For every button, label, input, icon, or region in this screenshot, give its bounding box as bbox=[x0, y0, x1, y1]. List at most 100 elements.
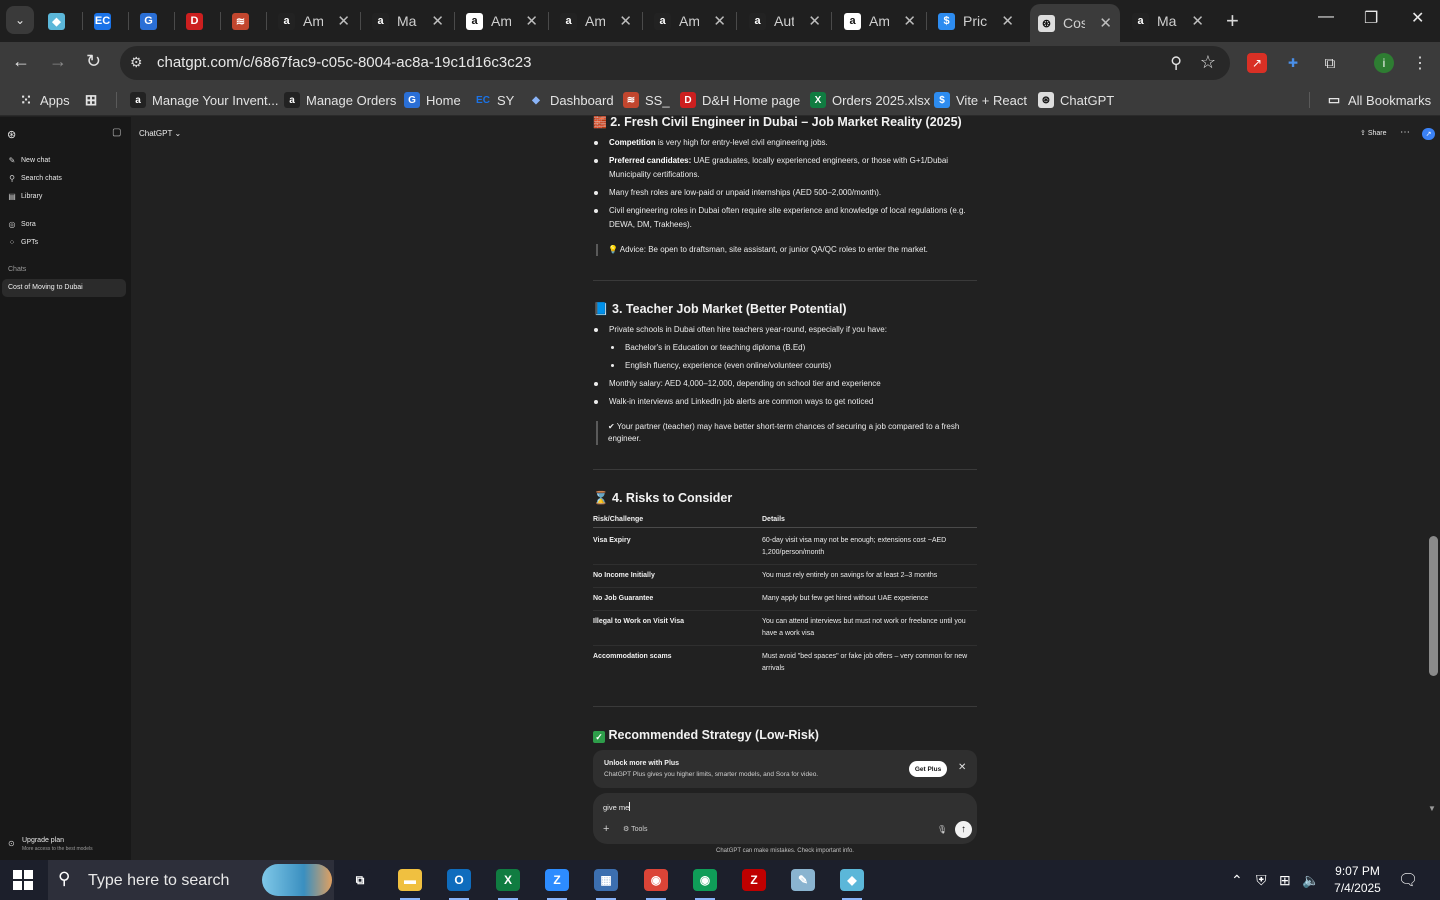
browser-tab[interactable]: a Ama ✕ bbox=[552, 6, 640, 36]
add-attachment-icon[interactable]: + bbox=[603, 823, 609, 835]
browser-tab[interactable]: a Ama ✕ bbox=[270, 6, 358, 36]
file-explorer-icon[interactable]: ▬ bbox=[392, 866, 428, 900]
extension-red-icon[interactable]: ↗ bbox=[1247, 53, 1267, 73]
bookmark-item[interactable]: G Home bbox=[404, 92, 461, 108]
bookmark-item[interactable]: EC SY bbox=[475, 92, 514, 108]
bookmark-item[interactable]: D D&H Home page bbox=[680, 92, 800, 108]
tab-close-icon[interactable]: ✕ bbox=[431, 12, 444, 30]
sidebar-item-search-chats[interactable]: ⚲ Search chats bbox=[8, 174, 62, 183]
scroll-down-arrow-icon[interactable]: ▼ bbox=[1428, 804, 1436, 813]
chevron-up-icon[interactable]: ⌃ bbox=[1231, 872, 1243, 889]
browser-tab[interactable]: ◆ bbox=[40, 6, 80, 36]
profile-avatar[interactable]: i bbox=[1374, 53, 1394, 73]
tab-close-icon[interactable]: ✕ bbox=[525, 12, 538, 30]
bookmark-item[interactable]: a Manage Orders bbox=[284, 92, 396, 108]
bookmark-label: D&H Home page bbox=[702, 92, 801, 108]
model-selector[interactable]: ChatGPT ⌄ bbox=[139, 129, 181, 138]
browser-tab[interactable]: D bbox=[178, 6, 218, 36]
browser-tab[interactable]: a Ama ✕ bbox=[836, 6, 924, 36]
prompt-input[interactable]: give me bbox=[603, 802, 631, 812]
forward-icon[interactable]: → bbox=[49, 51, 67, 72]
more-options-icon[interactable]: ⋯ bbox=[1400, 127, 1410, 138]
tab-close-icon[interactable]: ✕ bbox=[808, 12, 821, 30]
network-icon[interactable]: ⊞ bbox=[1279, 872, 1291, 889]
taskbar-search-box[interactable]: ⚲ Type here to search bbox=[48, 860, 334, 900]
share-button[interactable]: ⇪ Share bbox=[1360, 129, 1387, 137]
browser-tab[interactable]: a Man ✕ bbox=[364, 6, 452, 36]
bookmark-item[interactable]: a Manage Your Invent... bbox=[130, 92, 278, 108]
browser-tab[interactable]: ≋ bbox=[224, 6, 264, 36]
task-view-icon[interactable]: ⧉ bbox=[342, 866, 378, 894]
outlook-icon[interactable]: O bbox=[441, 866, 477, 900]
extensions-icon[interactable]: ⧉ bbox=[1320, 53, 1340, 73]
security-icon[interactable]: ⛨ bbox=[1256, 872, 1267, 889]
sidebar-item-library[interactable]: ▤ Library bbox=[8, 192, 42, 201]
tab-close-icon[interactable]: ✕ bbox=[337, 12, 350, 30]
zoom-icon[interactable]: Z bbox=[539, 866, 575, 900]
tab-close-icon[interactable]: ✕ bbox=[713, 12, 726, 30]
close-icon[interactable]: ✕ bbox=[958, 762, 966, 773]
bookmark-item[interactable]: X Orders 2025.xlsx bbox=[810, 92, 930, 108]
notification-icon[interactable]: 🗨 bbox=[1398, 870, 1418, 890]
tab-search-button[interactable]: ⌄ bbox=[6, 6, 34, 34]
extension-puzzle-blue-icon[interactable]: ✚ bbox=[1283, 53, 1303, 73]
tab-close-icon[interactable]: ✕ bbox=[1001, 12, 1014, 30]
tools-button[interactable]: ⚙ Tools bbox=[623, 825, 647, 833]
bookmark-item[interactable]: ◆ Dashboard bbox=[528, 92, 613, 108]
browser-menu-icon[interactable]: ⋮ bbox=[1410, 53, 1430, 73]
g-icon: G bbox=[140, 12, 157, 30]
bookmark-item[interactable]: $ Vite + React bbox=[934, 92, 1027, 108]
calculator-icon[interactable]: ▦ bbox=[588, 866, 624, 900]
excel-icon[interactable]: X bbox=[490, 866, 526, 900]
browser-tab[interactable]: $ Prici ✕ bbox=[930, 6, 1022, 36]
reload-icon[interactable]: ↻ bbox=[86, 51, 101, 72]
browser-tab[interactable]: EC bbox=[86, 6, 126, 36]
scrollbar-thumb[interactable] bbox=[1429, 536, 1438, 676]
browser-tab[interactable]: ⊛ Cost ✕ bbox=[1030, 4, 1120, 42]
message-composer[interactable]: give me + ⚙ Tools 🎙 ↑ bbox=[593, 793, 977, 844]
all-bookmarks-folder[interactable]: ▭ All Bookmarks bbox=[1326, 92, 1431, 108]
sidebar-toggle-icon[interactable]: ▢ bbox=[112, 127, 121, 138]
tab-close-icon[interactable]: ✕ bbox=[903, 12, 916, 30]
bookmark-item[interactable]: ⊞ bbox=[83, 92, 105, 109]
windows-start-icon[interactable] bbox=[13, 870, 33, 890]
diamond-icon[interactable]: ◆ bbox=[834, 866, 870, 900]
browser-tab[interactable]: a Man ✕ bbox=[1124, 6, 1212, 36]
restore-icon[interactable]: ❐ bbox=[1364, 8, 1378, 28]
browser-tab[interactable]: a Autc ✕ bbox=[741, 6, 829, 36]
bookmark-item[interactable]: ⊛ ChatGPT bbox=[1038, 92, 1114, 108]
new-tab-button[interactable]: + bbox=[1226, 8, 1239, 34]
sidebar-item-gpts[interactable]: ⁘ GPTs bbox=[8, 238, 38, 247]
chatgpt-sidebar: ⊛ ▢ ✎ New chat ⚲ Search chats ▤ Library … bbox=[0, 117, 131, 860]
bookmark-item[interactable]: ≋ SS_ bbox=[623, 92, 670, 108]
browser-tab[interactable]: a Ama ✕ bbox=[458, 6, 546, 36]
minimize-icon[interactable]: — bbox=[1318, 8, 1334, 26]
tab-close-icon[interactable]: ✕ bbox=[1191, 12, 1204, 30]
get-plus-button[interactable]: Get Plus bbox=[909, 761, 947, 777]
chrome-icon[interactable]: ◉ bbox=[638, 866, 674, 900]
tab-close-icon[interactable]: ✕ bbox=[619, 12, 632, 30]
tab-close-icon[interactable]: ✕ bbox=[1099, 14, 1112, 32]
system-clock[interactable]: 9:07 PM 7/4/2025 bbox=[1320, 863, 1395, 897]
chat-history-item[interactable]: Cost of Moving to Dubai bbox=[2, 279, 126, 297]
send-button[interactable]: ↑ bbox=[955, 821, 972, 838]
volume-icon[interactable]: 🔈 bbox=[1302, 872, 1319, 889]
notepad-icon[interactable]: ✎ bbox=[785, 866, 821, 894]
site-info-icon[interactable]: ⚙ bbox=[130, 54, 143, 71]
url-text[interactable]: chatgpt.com/c/6867fac9-c05c-8004-ac8a-19… bbox=[157, 54, 531, 71]
address-bar[interactable]: ⚙ chatgpt.com/c/6867fac9-c05c-8004-ac8a-… bbox=[120, 46, 1230, 80]
browser-tab[interactable]: a Ama ✕ bbox=[646, 6, 734, 36]
browser-tab[interactable]: G bbox=[132, 6, 172, 36]
sidebar-item-new-chat[interactable]: ✎ New chat bbox=[8, 156, 51, 165]
chrome-icon[interactable]: ◉ bbox=[687, 866, 723, 900]
sidebar-item-sora[interactable]: ◎ Sora bbox=[8, 220, 36, 229]
back-icon[interactable]: ← bbox=[12, 51, 30, 72]
bookmark-star-icon[interactable]: ☆ bbox=[1200, 52, 1216, 73]
filezilla-icon[interactable]: Z bbox=[736, 866, 772, 894]
bookmark-item[interactable]: ⁙ Apps bbox=[18, 92, 70, 109]
zoom-icon[interactable]: ⚲ bbox=[1170, 53, 1182, 73]
scrollbar-track[interactable] bbox=[1426, 117, 1440, 817]
microphone-icon[interactable]: 🎙 bbox=[937, 825, 947, 834]
close-window-icon[interactable]: ✕ bbox=[1411, 8, 1424, 28]
openai-logo-icon[interactable]: ⊛ bbox=[7, 128, 16, 141]
